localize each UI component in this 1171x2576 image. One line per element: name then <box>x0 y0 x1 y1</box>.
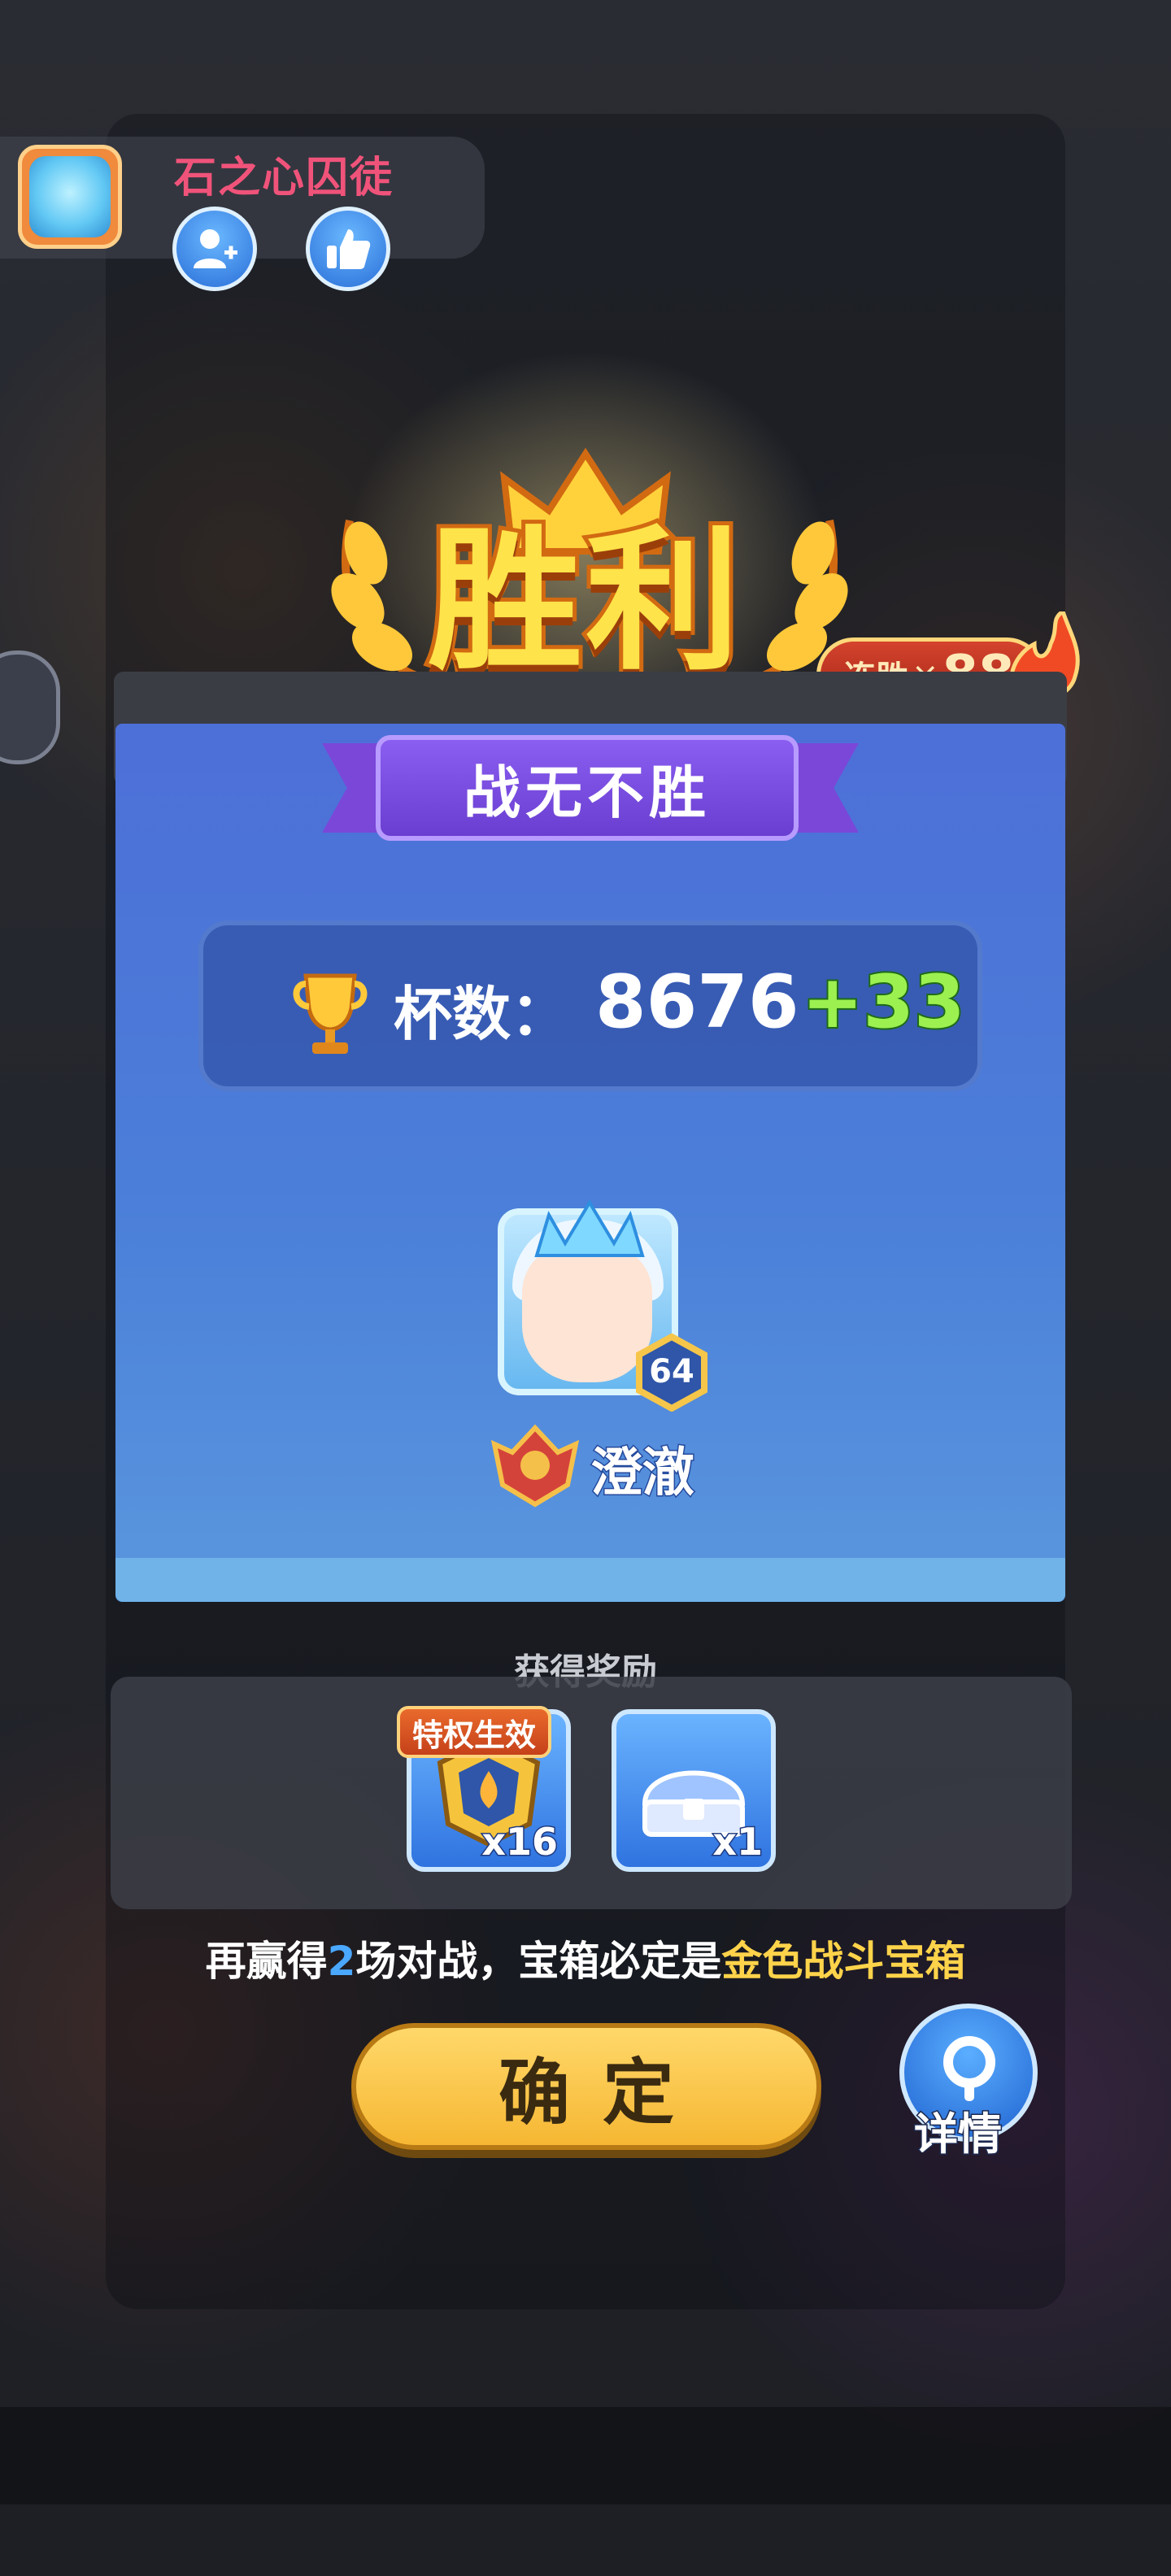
add-friend-button[interactable] <box>172 207 257 291</box>
magnifier-icon <box>943 2036 995 2101</box>
hint-number: 2 <box>327 1938 356 1985</box>
reward-count: x16 <box>481 1819 559 1865</box>
trophy-gain: +33 <box>800 958 967 1046</box>
confirm-button[interactable]: 确定 <box>351 2023 821 2150</box>
like-button[interactable] <box>306 207 390 291</box>
side-menu-icon[interactable] <box>0 651 60 764</box>
hint-prefix: 再赢得 <box>205 1938 328 1985</box>
confirm-label: 确定 <box>498 2050 707 2134</box>
trophy-value: 8676 <box>595 959 799 1045</box>
player-avatar[interactable] <box>18 145 122 249</box>
chest-hint: 再赢得2场对战，宝箱必定是金色战斗宝箱 <box>0 1929 1171 1987</box>
ice-crown-icon <box>534 1199 645 1257</box>
trophy-label: 杯数： <box>394 980 570 1048</box>
victory-title: 胜利 <box>424 511 744 691</box>
background-bottom-band <box>0 2407 1171 2504</box>
hint-middle: 场对战，宝箱必定是 <box>355 1938 722 1985</box>
player-name: 石之心囚徒 <box>174 154 394 202</box>
blue-creature-avatar-icon <box>29 156 111 237</box>
privilege-active-tag: 特权生效 <box>397 1706 551 1758</box>
rank-emblem-icon <box>490 1424 580 1508</box>
details-label: 详情 <box>913 2108 1003 2161</box>
result-title: 战无不胜 <box>464 759 711 826</box>
reward-item-battle-chest[interactable]: x1 <box>612 1709 776 1872</box>
details-button[interactable]: 详情 <box>899 2004 1039 2161</box>
result-panel-footer <box>115 1558 1065 1602</box>
hint-highlight: 金色战斗宝箱 <box>721 1938 966 1985</box>
add-friend-icon <box>194 229 237 268</box>
reward-count: x1 <box>712 1819 764 1865</box>
result-title-ribbon: 战无不胜 <box>376 735 799 841</box>
hero-level-badge <box>636 1334 707 1412</box>
trophy-icon <box>293 973 368 1054</box>
hero-name: 澄澈 <box>590 1442 696 1505</box>
thumbs-up-icon <box>327 229 371 269</box>
rewards-box <box>111 1677 1072 1909</box>
